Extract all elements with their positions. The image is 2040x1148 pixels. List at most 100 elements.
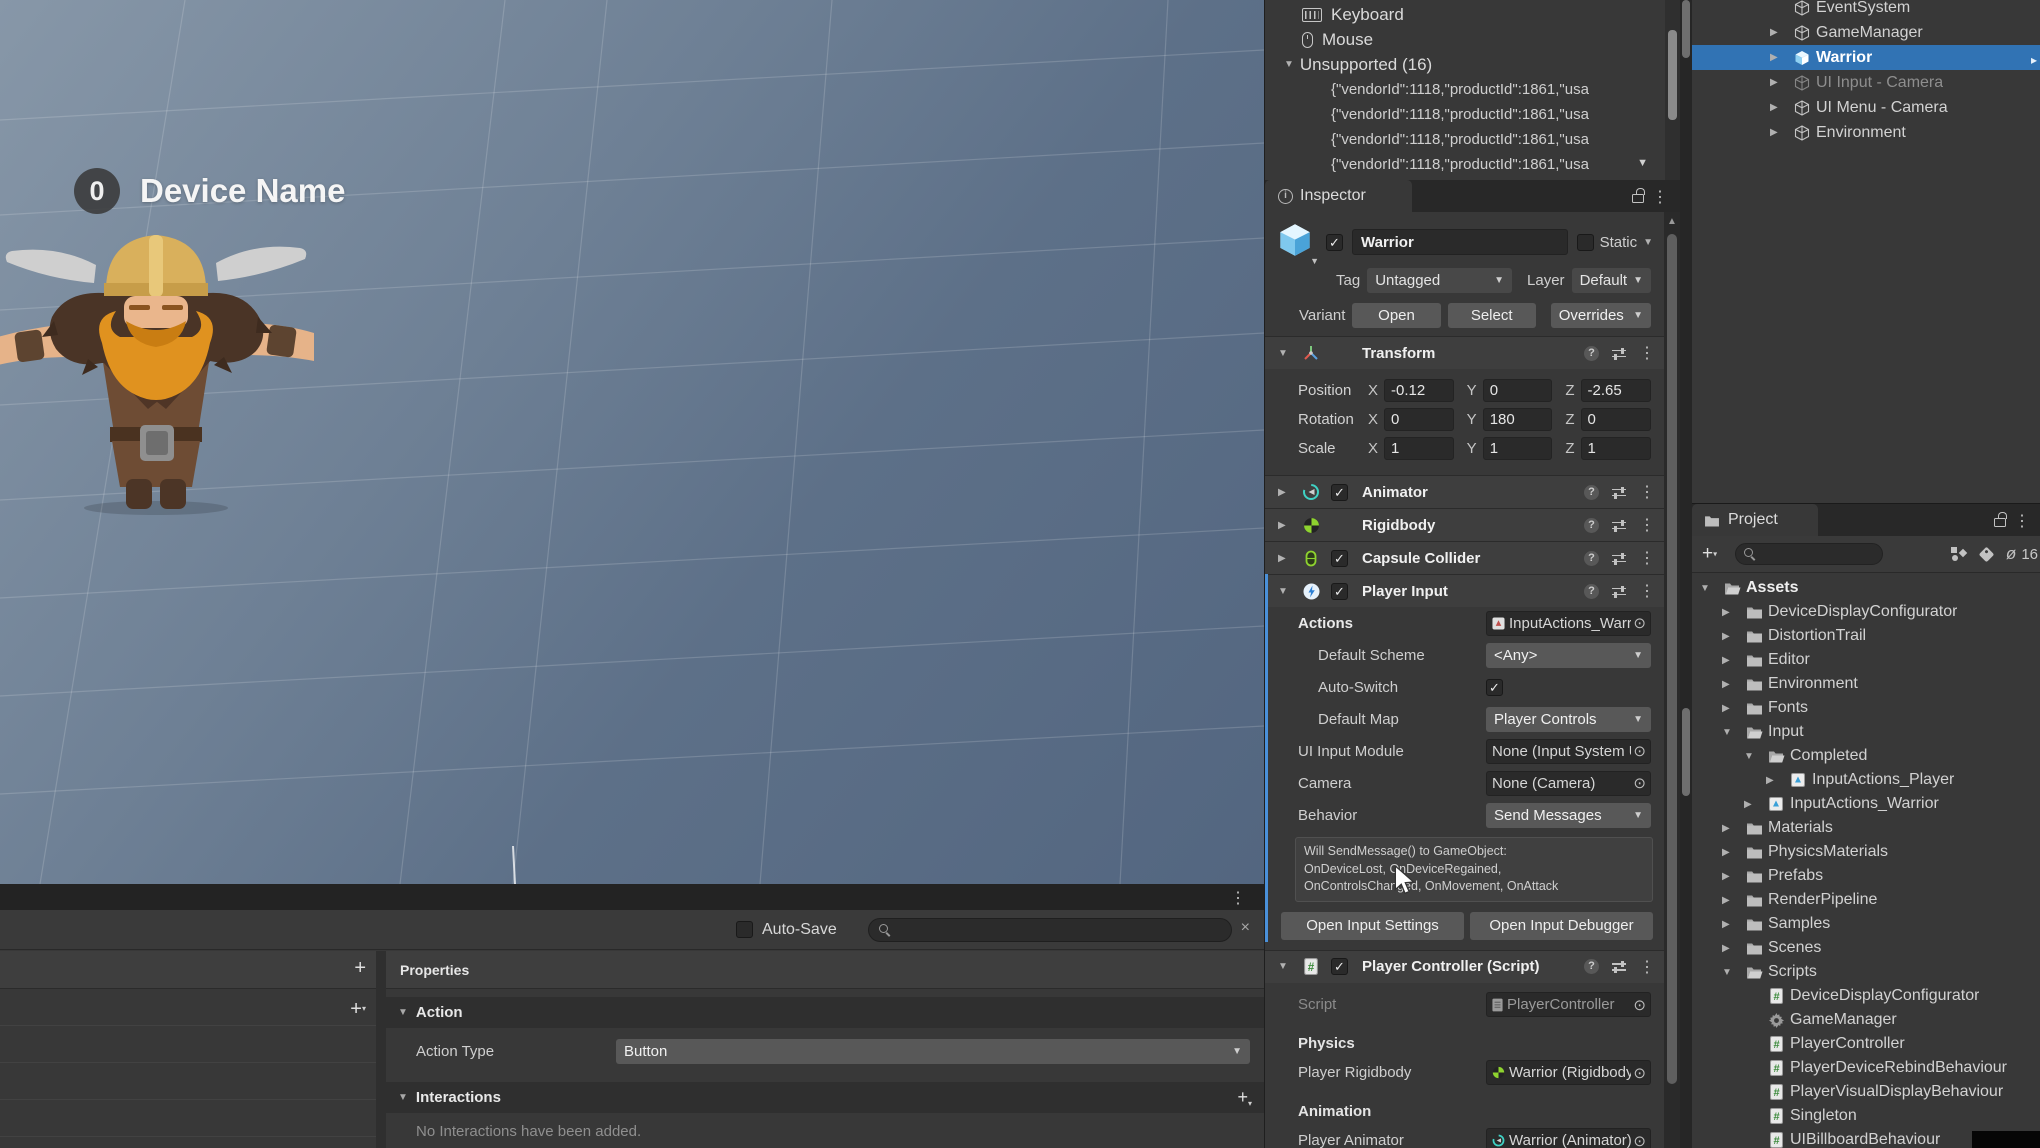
static-dropdown-icon[interactable]: ▼: [1643, 237, 1653, 248]
project-tree-item[interactable]: # GameManager: [1692, 1008, 2040, 1032]
position-y-field[interactable]: 0: [1482, 379, 1553, 402]
player-rigidbody-field[interactable]: Warrior (Rigidbody) ⊙: [1486, 1060, 1651, 1085]
overrides-dropdown[interactable]: Overrides ▼: [1550, 303, 1651, 328]
expand-arrow-icon[interactable]: ▶: [1722, 943, 1740, 954]
project-tree-item[interactable]: ▶ # InputActions_Warrior: [1692, 792, 2040, 816]
hierarchy-item[interactable]: ▶ GameManager: [1692, 20, 2040, 45]
expand-arrow-icon[interactable]: ▶: [1770, 27, 1787, 38]
panel-menu-icon[interactable]: ⋮: [1230, 888, 1246, 908]
expand-arrow-icon[interactable]: ▶: [1766, 775, 1784, 786]
vendor-device-entry[interactable]: {"vendorId":1118,"productId":1861,"usa: [1265, 77, 1680, 102]
help-icon[interactable]: ?: [1584, 345, 1599, 361]
project-tree-item[interactable]: ▶ # Environment: [1692, 672, 2040, 696]
presets-icon[interactable]: [1612, 585, 1626, 598]
project-tree-item[interactable]: ▶ # Samples: [1692, 912, 2040, 936]
tag-dropdown[interactable]: Untagged ▼: [1367, 268, 1513, 293]
device-entry-mouse[interactable]: Mouse: [1265, 27, 1680, 52]
help-icon[interactable]: ?: [1584, 517, 1599, 533]
script-field[interactable]: PlayerController ⊙: [1486, 992, 1651, 1017]
behavior-dropdown[interactable]: Send Messages ▼: [1486, 802, 1651, 828]
player-animator-field[interactable]: Warrior (Animator) ⊙: [1486, 1128, 1651, 1148]
project-tree-item[interactable]: ▶ # DeviceDisplayConfigurator: [1692, 600, 2040, 624]
component-menu-icon[interactable]: ⋮: [1639, 343, 1655, 363]
device-list-scrollbar[interactable]: [1665, 0, 1680, 180]
active-checkbox[interactable]: ✓: [1326, 233, 1343, 251]
expand-arrow-icon[interactable]: ▶: [1722, 655, 1740, 666]
default-map-dropdown[interactable]: Player Controls ▼: [1486, 706, 1651, 732]
expand-arrow-icon[interactable]: ▶: [1722, 703, 1740, 714]
list-row[interactable]: [0, 1100, 376, 1137]
static-checkbox[interactable]: [1576, 233, 1594, 251]
auto-switch-checkbox[interactable]: ✓: [1486, 678, 1503, 696]
warrior-character[interactable]: [0, 225, 316, 515]
expand-arrow-icon[interactable]: ▶: [1722, 607, 1740, 618]
foldout-arrow-icon[interactable]: ▼: [1278, 961, 1291, 972]
expand-arrow-icon[interactable]: ▶: [1722, 895, 1740, 906]
project-tree-item[interactable]: ▼ # Completed: [1692, 744, 2040, 768]
vendor-device-entry[interactable]: {"vendorId":1118,"productId":1861,"usa: [1265, 127, 1680, 152]
project-tree-item[interactable]: ▶ # Editor: [1692, 648, 2040, 672]
default-scheme-dropdown[interactable]: <Any> ▼: [1486, 642, 1651, 668]
hierarchy-item[interactable]: ▶ Environment: [1692, 120, 2040, 145]
project-search-input[interactable]: [1735, 543, 1884, 565]
action-maps-column[interactable]: + +▾: [0, 951, 386, 1148]
vendor-device-entry[interactable]: {"vendorId":1118,"productId":1861,"usa: [1265, 102, 1680, 127]
object-picker-icon[interactable]: ⊙: [1631, 1132, 1648, 1148]
rigidbody-component-header[interactable]: ▶ Rigidbody ? ⋮: [1265, 508, 1665, 541]
vendor-device-entry[interactable]: {"vendorId":1118,"productId":1861,"usa: [1265, 152, 1680, 177]
lock-icon[interactable]: [1994, 512, 2007, 527]
collapse-arrow-icon[interactable]: ▼: [1284, 59, 1294, 70]
project-tree-item[interactable]: # DeviceDisplayConfigurator: [1692, 984, 2040, 1008]
foldout-arrow-icon[interactable]: ▼: [1278, 348, 1291, 359]
tab-project[interactable]: Project: [1692, 504, 1818, 536]
object-picker-icon[interactable]: ⊙: [1631, 996, 1648, 1014]
prefab-cube-icon[interactable]: ▼: [1277, 222, 1319, 266]
rotation-x-field[interactable]: 0: [1384, 408, 1454, 431]
help-icon[interactable]: ?: [1584, 959, 1599, 974]
scale-z-field[interactable]: 1: [1580, 437, 1652, 460]
project-tree-item[interactable]: ▼ # Input: [1692, 720, 2040, 744]
project-tree-item[interactable]: # PlayerVisualDisplayBehaviour: [1692, 1080, 2040, 1104]
list-row[interactable]: [0, 989, 376, 1026]
presets-icon[interactable]: [1612, 347, 1626, 360]
expand-arrow-icon[interactable]: ▶: [1722, 679, 1740, 690]
project-tree-item[interactable]: ▶ # InputActions_Player: [1692, 768, 2040, 792]
device-entry-keyboard[interactable]: Keyboard: [1265, 2, 1680, 27]
scale-x-field[interactable]: 1: [1384, 437, 1454, 460]
layer-dropdown[interactable]: Default ▼: [1571, 268, 1651, 293]
hierarchy-item[interactable]: ▶ UI Input - Camera: [1692, 70, 2040, 95]
expand-arrow-icon[interactable]: ▼: [1722, 967, 1740, 978]
component-menu-icon[interactable]: ⋮: [1639, 548, 1655, 568]
hierarchy-item[interactable]: ▶ Warrior: [1692, 45, 2040, 70]
actions-object-field[interactable]: InputActions_Warrior ⊙: [1486, 610, 1651, 636]
player-input-component-header[interactable]: ▼ ✓ Player Input ? ⋮: [1265, 574, 1665, 607]
gameobject-name-field[interactable]: Warrior: [1352, 229, 1568, 255]
actions-search-input[interactable]: [868, 918, 1232, 942]
collapse-arrow-icon[interactable]: ▼: [398, 1092, 408, 1103]
enabled-checkbox[interactable]: ✓: [1331, 483, 1348, 501]
project-tree-item[interactable]: ▼ # Assets: [1692, 576, 2040, 600]
expand-arrow-icon[interactable]: ▶: [1722, 871, 1740, 882]
capsule-collider-component-header[interactable]: ▶ ✓ Capsule Collider ? ⋮: [1265, 541, 1665, 574]
tab-inspector[interactable]: i Inspector: [1265, 180, 1412, 212]
project-tree-item[interactable]: ▶ # RenderPipeline: [1692, 888, 2040, 912]
component-menu-icon[interactable]: ⋮: [1639, 482, 1655, 502]
object-picker-icon[interactable]: ⊙: [1631, 742, 1648, 760]
project-tree-item[interactable]: ▶ # PhysicsMaterials: [1692, 840, 2040, 864]
enabled-checkbox[interactable]: ✓: [1331, 958, 1348, 975]
object-picker-icon[interactable]: ⊙: [1631, 1064, 1648, 1082]
position-x-field[interactable]: -0.12: [1384, 379, 1454, 402]
expand-arrow-icon[interactable]: ▶: [1744, 799, 1762, 810]
presets-icon[interactable]: [1612, 960, 1626, 973]
expand-arrow-icon[interactable]: ▼: [1722, 727, 1740, 738]
project-scroll-thumb[interactable]: [1682, 708, 1690, 796]
action-section-header[interactable]: ▼ Action: [386, 997, 1264, 1028]
component-menu-icon[interactable]: ⋮: [1639, 581, 1655, 601]
inspector-menu-icon[interactable]: ⋮: [1652, 187, 1668, 207]
lock-icon[interactable]: [1632, 188, 1645, 203]
create-asset-button[interactable]: +▾: [1702, 543, 1717, 565]
foldout-arrow-icon[interactable]: ▶: [1278, 520, 1291, 531]
enabled-checkbox[interactable]: ✓: [1331, 549, 1348, 567]
rotation-y-field[interactable]: 180: [1482, 408, 1553, 431]
project-tree-item[interactable]: ▼ # Scripts: [1692, 960, 2040, 984]
